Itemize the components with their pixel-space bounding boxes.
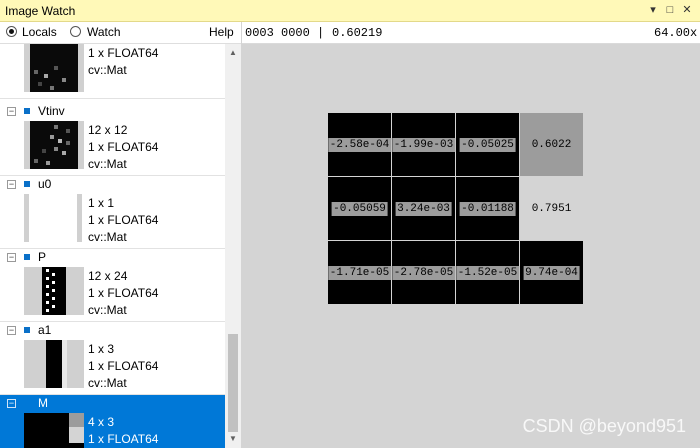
- variable-icon: [24, 254, 30, 260]
- var-class: cv::Mat: [88, 230, 127, 244]
- mode-bar: Locals Watch Help: [0, 22, 241, 44]
- watermark: CSDN @beyond951: [522, 416, 686, 436]
- matrix-cell[interactable]: -1.52e-05: [455, 241, 520, 304]
- var-name: P: [38, 250, 47, 264]
- matrix-cell[interactable]: -2.78e-05: [391, 241, 456, 304]
- thumbnail: [24, 267, 84, 315]
- close-icon[interactable]: ✕: [680, 3, 694, 17]
- list-item-m[interactable]: − M 4 x 3 1 x FLOAT64 cv::Mat: [0, 395, 225, 448]
- thumbnail: [24, 44, 84, 92]
- cell-value: -1.52e-05: [455, 265, 520, 280]
- variable-icon: [24, 108, 30, 114]
- pixel-status-bar: 0003 0000 | 0.60219 64.00x: [242, 22, 700, 44]
- variable-icon: [24, 327, 30, 333]
- list-item-p[interactable]: − P 12 x 24 1 x FLOAT64 cv::Mat: [0, 249, 225, 322]
- dropdown-icon[interactable]: ▾: [646, 3, 660, 17]
- variables-panel: Locals Watch Help 1 x FLOAT64 cv::Mat − …: [0, 22, 241, 448]
- variable-icon: [24, 400, 30, 406]
- variable-icon: [24, 181, 30, 187]
- matrix-thumbnail-icon: [42, 267, 66, 315]
- matrix-cell[interactable]: -0.01188: [456, 177, 519, 240]
- matrix-cell[interactable]: -1.71e-05: [327, 241, 392, 304]
- var-class: cv::Mat: [88, 303, 127, 317]
- cell-value: -2.78e-05: [391, 265, 456, 280]
- list-item-a1[interactable]: − a1 1 x 3 1 x FLOAT64 cv::Mat: [0, 322, 225, 395]
- list-item-u0[interactable]: − u0 1 x 1 1 x FLOAT64 cv::Mat: [0, 176, 225, 249]
- thumbnail: [24, 340, 84, 388]
- var-size: 1 x 1: [88, 196, 115, 210]
- var-name: M: [38, 396, 48, 410]
- watch-radio[interactable]: [70, 26, 81, 37]
- cell-value: -0.05025: [459, 137, 516, 152]
- var-type: 1 x FLOAT64: [88, 140, 159, 154]
- collapse-icon[interactable]: −: [7, 253, 16, 262]
- var-size: 1 x 3: [88, 342, 115, 356]
- var-class: cv::Mat: [88, 63, 127, 77]
- watch-label[interactable]: Watch: [87, 25, 121, 39]
- var-class: cv::Mat: [88, 157, 127, 171]
- var-type: 1 x FLOAT64: [88, 46, 159, 60]
- thumbnail: [24, 121, 84, 169]
- cell-value: 0.7951: [531, 202, 572, 215]
- help-link[interactable]: Help: [209, 25, 234, 39]
- matrix-canvas[interactable]: -2.58e-04 -1.99e-03 -0.05025 0.6022 -0.05059…: [327, 113, 584, 306]
- matrix-cell[interactable]: 3.24e-03: [392, 177, 455, 240]
- var-type: 1 x FLOAT64: [88, 213, 159, 227]
- list-scrollbar[interactable]: ▲ ▼: [225, 44, 241, 448]
- variable-list[interactable]: 1 x FLOAT64 cv::Mat − Vtinv 12 x 12 1 x …: [0, 44, 225, 448]
- window-title: Image Watch: [5, 4, 76, 18]
- matrix-cell[interactable]: 0.7951: [520, 177, 583, 240]
- status-separator: |: [317, 26, 325, 40]
- var-name: a1: [38, 323, 52, 337]
- matrix-cell[interactable]: -0.05059: [328, 177, 391, 240]
- matrix-thumbnail-icon: [30, 44, 78, 92]
- thumbnail: [24, 194, 84, 242]
- var-type: 1 x FLOAT64: [88, 286, 159, 300]
- cell-value: 3.24e-03: [395, 201, 452, 216]
- zoom-level: 64.00x: [654, 26, 698, 40]
- scroll-down-icon[interactable]: ▼: [225, 432, 241, 446]
- var-name: Vtinv: [38, 104, 65, 118]
- var-name: u0: [38, 177, 52, 191]
- matrix-thumbnail-icon: [30, 121, 78, 169]
- locals-radio[interactable]: [6, 26, 17, 37]
- cell-value: -2.58e-04: [327, 137, 392, 152]
- var-size: 12 x 12: [88, 123, 128, 137]
- scroll-up-icon[interactable]: ▲: [225, 46, 241, 60]
- matrix-thumbnail-icon: [46, 340, 67, 388]
- pixel-value: 0.60219: [332, 26, 383, 40]
- maximize-icon[interactable]: □: [663, 3, 677, 17]
- matrix-thumbnail-icon: [24, 413, 84, 448]
- thumbnail: [24, 413, 84, 448]
- locals-label[interactable]: Locals: [22, 25, 57, 39]
- var-type: 1 x FLOAT64: [88, 359, 159, 373]
- list-item[interactable]: 1 x FLOAT64 cv::Mat: [0, 44, 225, 99]
- cell-value: 9.74e-04: [523, 265, 580, 280]
- var-type: 1 x FLOAT64: [88, 432, 159, 446]
- matrix-thumbnail-icon: [24, 194, 82, 242]
- var-size: 4 x 3: [88, 415, 115, 429]
- pixel-coords: 0003 0000: [245, 26, 310, 40]
- cell-value: 0.6022: [529, 137, 574, 152]
- var-size: 12 x 24: [88, 269, 128, 283]
- collapse-icon[interactable]: −: [7, 399, 16, 408]
- collapse-icon[interactable]: −: [7, 326, 16, 335]
- matrix-cell[interactable]: 9.74e-04: [520, 241, 583, 304]
- list-item-vtinv[interactable]: − Vtinv 12 x 12 1 x FLOAT64 cv::Mat: [0, 103, 225, 176]
- matrix-cell[interactable]: -2.58e-04: [327, 113, 392, 176]
- cell-value: -1.71e-05: [327, 265, 392, 280]
- scroll-thumb[interactable]: [228, 334, 238, 432]
- collapse-icon[interactable]: −: [7, 107, 16, 116]
- matrix-cell[interactable]: 0.6022: [520, 113, 583, 176]
- cell-value: -0.01188: [459, 201, 516, 216]
- var-class: cv::Mat: [88, 376, 127, 390]
- matrix-cell[interactable]: -0.05025: [456, 113, 519, 176]
- matrix-cell[interactable]: -1.99e-03: [391, 113, 456, 176]
- image-view[interactable]: 0003 0000 | 0.60219 64.00x -2.58e-04 -1.9…: [242, 22, 700, 448]
- cell-value: -1.99e-03: [391, 137, 456, 152]
- collapse-icon[interactable]: −: [7, 180, 16, 189]
- cell-value: -0.05059: [331, 201, 388, 216]
- title-bar: Image Watch ▾ □ ✕: [0, 0, 700, 22]
